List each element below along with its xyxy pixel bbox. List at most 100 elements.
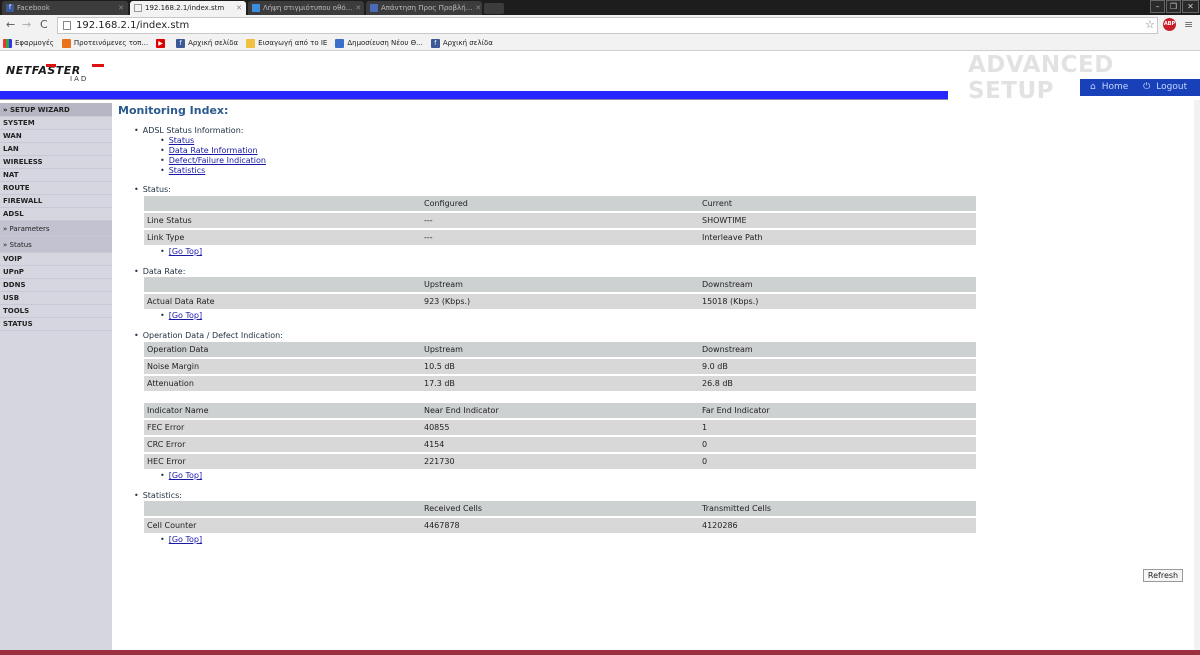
table-cell: Configured [421, 196, 699, 211]
link-status[interactable]: Status [160, 136, 195, 145]
home-link[interactable]: ⌂ Home [1090, 82, 1134, 92]
logout-link[interactable]: ⏻ Logout [1143, 82, 1193, 92]
table-header-row: Upstream Downstream [144, 277, 976, 292]
tab-router[interactable]: 192.168.2.1/index.stm ✕ [130, 1, 246, 15]
main-content: Monitoring Index: [118, 104, 1193, 122]
table-cell: 9.0 dB [699, 359, 976, 374]
svg-text:IAD: IAD [70, 75, 88, 82]
go-top-link[interactable]: [Go Top] [160, 471, 202, 480]
table-cell: Transmitted Cells [699, 501, 976, 516]
table-cell: Received Cells [421, 501, 699, 516]
adsl-info-label: ADSL Status Information: [134, 126, 244, 135]
reload-icon[interactable]: C [40, 18, 48, 32]
table-cell: Downstream [699, 277, 976, 292]
close-icon[interactable]: ✕ [233, 4, 242, 12]
sidebar-item-tools[interactable]: TOOLS [0, 305, 112, 318]
sidebar-item-wireless[interactable]: WIRELESS [0, 156, 112, 169]
table-cell: 4467878 [421, 518, 699, 533]
bookmark-home-1[interactable]: f Αρχική σελίδα [176, 38, 238, 48]
bookmark-new-thread[interactable]: Δημοσίευση Νέου Θ... [335, 38, 423, 48]
address-bar[interactable]: 192.168.2.1/index.stm [57, 17, 1158, 34]
table-cell: Current [699, 196, 976, 211]
table-row: Actual Data Rate 923 (Kbps.) 15018 (Kbps… [144, 294, 976, 309]
table-cell: 0 [699, 437, 976, 452]
menu-icon[interactable]: ≡ [1184, 18, 1193, 31]
close-icon[interactable]: ✕ [115, 4, 124, 12]
sidebar-item-upnp[interactable]: UPnP [0, 266, 112, 279]
sidebar-item-wan[interactable]: WAN [0, 130, 112, 143]
table-cell: Upstream [421, 342, 699, 357]
bookmark-star-icon[interactable]: ☆ [1145, 18, 1155, 31]
sidebar-item-setup-wizard[interactable]: » SETUP WIZARD [0, 103, 112, 117]
bookmark-apps[interactable]: Εφαρμογές [3, 38, 54, 48]
sidebar-item-lan[interactable]: LAN [0, 143, 112, 156]
sidebar-item-ddns[interactable]: DDNS [0, 279, 112, 292]
tab-reply[interactable]: Απάντηση Προς Προβλή... ✕ [366, 1, 482, 15]
facebook-icon: f [6, 4, 14, 12]
minimize-icon[interactable]: – [1150, 0, 1165, 13]
refresh-button[interactable]: Refresh [1143, 569, 1183, 582]
status-label: Status: [134, 185, 171, 194]
bookmark-youtube[interactable]: ▶ [156, 38, 168, 48]
bookmark-label: Εφαρμογές [15, 39, 54, 47]
forward-icon[interactable]: → [22, 18, 31, 32]
bookmark-label: Εισαγωγή από το IE [258, 39, 328, 47]
bookmark-suggested[interactable]: Προτεινόμενες τοπ... [61, 38, 149, 48]
link-statistics[interactable]: Statistics [160, 166, 206, 175]
bookmark-import-ie[interactable]: Εισαγωγή από το IE [246, 38, 328, 48]
sidebar-item-adsl[interactable]: ADSL [0, 208, 112, 221]
tab-label: Facebook [17, 4, 50, 12]
table-cell [144, 501, 421, 516]
go-top-link[interactable]: [Go Top] [160, 311, 202, 320]
bookmark-label: Δημοσίευση Νέου Θ... [347, 39, 423, 47]
table-cell: Link Type [144, 230, 421, 245]
link-defect[interactable]: Defect/Failure Indication [160, 156, 266, 165]
go-top-link[interactable]: [Go Top] [160, 247, 202, 256]
table-cell: 4154 [421, 437, 699, 452]
operation-table: Operation Data Upstream Downstream Noise… [144, 340, 976, 393]
table-cell: Cell Counter [144, 518, 421, 533]
sidebar-item-firewall[interactable]: FIREWALL [0, 195, 112, 208]
close-icon[interactable]: ✕ [472, 4, 481, 12]
url-text: 192.168.2.1/index.stm [76, 20, 190, 31]
bookmark-home-2[interactable]: f Αρχική σελίδα [430, 38, 493, 48]
page-title: Monitoring Index: [118, 104, 229, 117]
scrollbar[interactable] [1194, 100, 1200, 650]
windows-icon [252, 4, 260, 12]
sidebar-item-nat[interactable]: NAT [0, 169, 112, 182]
adblock-icon[interactable]: ABP [1163, 18, 1176, 31]
header-bar [0, 91, 948, 100]
sidebar-item-status[interactable]: STATUS [0, 318, 112, 331]
table-cell: 221730 [421, 454, 699, 469]
new-tab-button[interactable] [484, 3, 504, 14]
table-cell: --- [421, 230, 699, 245]
table-cell: 26.8 dB [699, 376, 976, 391]
status-table: Configured Current Line Status --- SHOWT… [144, 194, 976, 247]
tab-label: 192.168.2.1/index.stm [145, 4, 225, 12]
table-cell: Near End Indicator [421, 403, 699, 418]
sidebar-item-system[interactable]: SYSTEM [0, 117, 112, 130]
facebook-icon: f [430, 38, 440, 48]
bookmark-label: Προτεινόμενες τοπ... [73, 39, 149, 47]
table-cell: Noise Margin [144, 359, 421, 374]
table-cell: 10.5 dB [421, 359, 699, 374]
sidebar-item-voip[interactable]: VOIP [0, 253, 112, 266]
tab-screenshot[interactable]: Λήψη στιγμιότυπου οθό... ✕ [248, 1, 364, 15]
sidebar-item-usb[interactable]: USB [0, 292, 112, 305]
sidebar-item-route[interactable]: ROUTE [0, 182, 112, 195]
sidebar-item-parameters[interactable]: » Parameters [0, 221, 112, 237]
close-icon[interactable]: ✕ [352, 4, 361, 12]
back-icon[interactable]: ← [6, 18, 15, 32]
table-cell [144, 277, 421, 292]
sidebar-item-status-sub[interactable]: » Status [0, 237, 112, 253]
netfaster-logo: NETFASTER IAD [6, 64, 114, 83]
restore-icon[interactable]: ❐ [1166, 0, 1181, 13]
close-window-icon[interactable]: ✕ [1182, 0, 1199, 13]
link-data-rate[interactable]: Data Rate Information [160, 146, 258, 155]
table-cell: 17.3 dB [421, 376, 699, 391]
tab-facebook[interactable]: f Facebook ✕ [2, 1, 128, 15]
go-top-link[interactable]: [Go Top] [160, 535, 202, 544]
youtube-icon: ▶ [156, 38, 166, 48]
table-row: Noise Margin 10.5 dB 9.0 dB [144, 359, 976, 374]
table-row: Attenuation 17.3 dB 26.8 dB [144, 376, 976, 391]
